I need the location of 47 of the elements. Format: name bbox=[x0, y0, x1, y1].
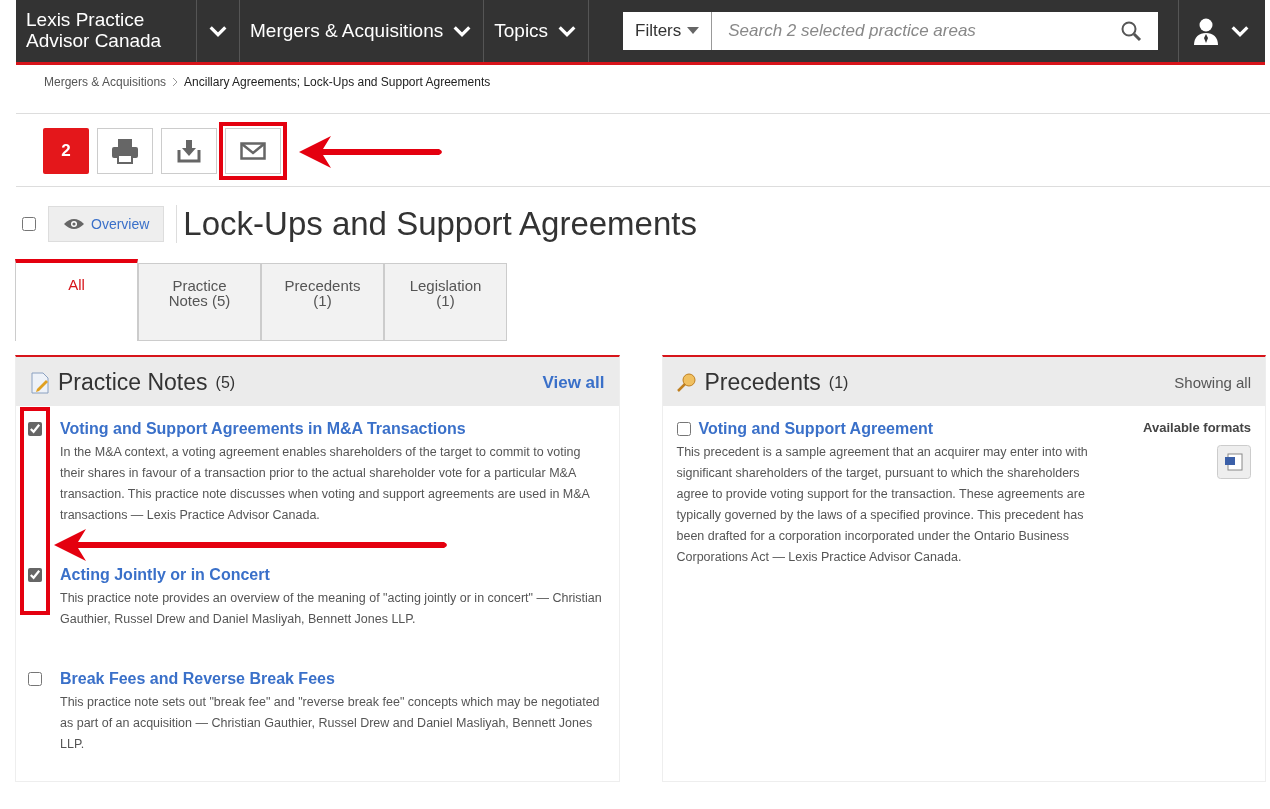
precedent-summary: This precedent is a sample agreement that an acquirer may enter into with significant shareholders of the target, pursuant to which the shareholders agree to provide voting support for the transaction. These agreements are typically governed by the laws of a specified province. This precedent has been drafted for a corporation incorporated under the Ontario Business Corporations Act — Lexis Practice Advisor Canada. bbox=[676, 444, 1089, 566]
nav-menu-button[interactable]: Mergers & Acquisitions bbox=[240, 0, 485, 62]
tab[interactable]: Precedents (1) bbox=[261, 263, 384, 341]
precedent-title-link[interactable]: Voting and Support Agreement bbox=[698, 420, 934, 438]
note-summary: This practice note sets out "break fee" and "reverse break fee" concepts which may be negotiated as part of an acquisition — Christian Gauthier, Russel Drew and Daniel Masliyah, Bennett Jones LLP. bbox=[60, 694, 601, 753]
view-all-link[interactable]: View all bbox=[542, 372, 605, 393]
note-checkbox[interactable] bbox=[28, 568, 42, 582]
caret-icon bbox=[687, 27, 700, 35]
breadcrumb-current: Ancillary Agreements; Lock-Ups and Support Agreements bbox=[184, 75, 491, 89]
brand-logo[interactable]: Lexis Practice Advisor Canada bbox=[16, 0, 197, 62]
printer-icon bbox=[111, 138, 139, 164]
print-button[interactable] bbox=[97, 128, 153, 174]
nav-menu-button[interactable]: Topics bbox=[484, 0, 590, 62]
panel-title: Practice Notes bbox=[58, 369, 208, 396]
key-icon bbox=[676, 372, 697, 393]
document-icon bbox=[30, 371, 50, 394]
note-summary: In the M&A context, a voting agreement enables shareholders of the target to commit to voting their shares in favour of a transaction prior to the actual shareholder vote for a particular M&A transaction. This practice note discusses when voting and support agreements are used in M&A transactions — Lexis Practice Advisor Canada. bbox=[60, 444, 591, 524]
note-title-link[interactable]: Voting and Support Agreements in M&A Transactions bbox=[60, 420, 466, 438]
word-document-icon[interactable] bbox=[1217, 445, 1251, 479]
tab[interactable]: Practice Notes (5) bbox=[138, 263, 261, 341]
showing-all-label: Showing all bbox=[1174, 374, 1251, 391]
page-title: Lock-Ups and Support Agreements bbox=[176, 205, 697, 243]
panel-count: (5) bbox=[215, 373, 236, 392]
breadcrumb-link[interactable]: Mergers & Acquisitions bbox=[44, 75, 167, 89]
note-checkbox[interactable] bbox=[28, 422, 42, 436]
download-icon bbox=[176, 138, 202, 164]
select-checkbox[interactable] bbox=[22, 217, 36, 231]
note-checkbox[interactable] bbox=[28, 672, 42, 686]
note-title-link[interactable]: Break Fees and Reverse Break Fees bbox=[60, 670, 335, 688]
precedent-checkbox[interactable] bbox=[676, 422, 691, 436]
tab[interactable]: Legislation (1) bbox=[384, 263, 507, 341]
note-title-link[interactable]: Acting Jointly or in Concert bbox=[60, 566, 270, 584]
selection-count: 2 bbox=[43, 128, 89, 174]
search-icon[interactable] bbox=[1120, 20, 1142, 42]
note-summary: This practice note provides an overview of the meaning of "acting jointly or in concert" — Christian Gauthier, Russel Drew and Daniel Masliyah, Bennett Jones LLP. bbox=[60, 590, 603, 628]
email-button[interactable] bbox=[225, 128, 281, 174]
search-field[interactable]: Filters Search 2 selected practice areas bbox=[623, 12, 1158, 50]
overview-button[interactable]: Overview bbox=[48, 206, 165, 242]
user-icon bbox=[1193, 17, 1219, 45]
panel-count: (1) bbox=[828, 373, 849, 392]
eye-icon bbox=[63, 218, 85, 230]
panel-title: Precedents bbox=[704, 369, 821, 396]
envelope-icon bbox=[240, 142, 266, 160]
formats-label: Available formats bbox=[1143, 420, 1251, 435]
download-button[interactable] bbox=[161, 128, 217, 174]
chevron-right-icon bbox=[172, 77, 179, 87]
tab[interactable]: All bbox=[15, 259, 138, 341]
